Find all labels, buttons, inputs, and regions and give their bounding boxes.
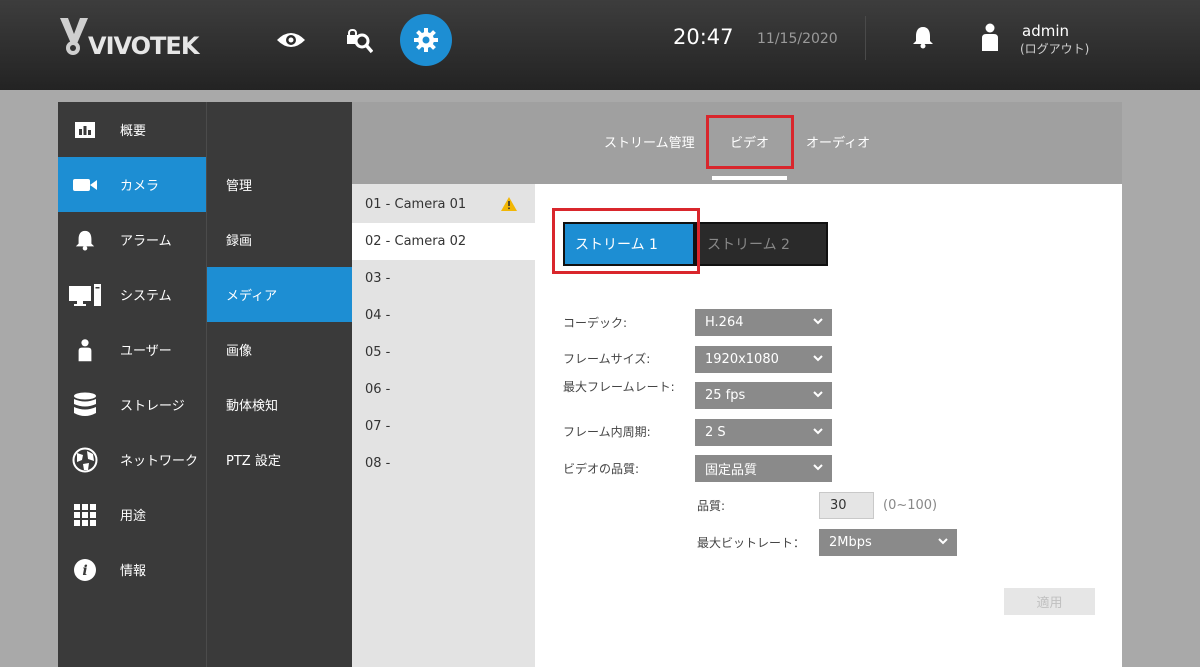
gop-label: フレーム内周期:: [563, 425, 651, 439]
frame-size-select[interactable]: 1920x1080: [695, 346, 832, 373]
camera-item[interactable]: 07 -: [352, 408, 535, 445]
search-playback-button[interactable]: [333, 14, 385, 66]
nav-item-camera[interactable]: カメラ: [58, 157, 206, 212]
nav-item-label: カメラ: [120, 179, 160, 194]
warning-icon: [501, 197, 517, 211]
subnav-item-image[interactable]: 画像: [207, 322, 352, 377]
header-divider: [865, 16, 866, 60]
codec-value: H.264: [705, 315, 744, 330]
frame-size-value: 1920x1080: [705, 352, 779, 367]
chevron-down-icon: [813, 355, 823, 362]
nav-item-network[interactable]: ネットワーク: [58, 432, 206, 487]
clock-time: 20:47: [673, 25, 734, 49]
chevron-down-icon: [813, 318, 823, 325]
settings-button[interactable]: [400, 14, 452, 66]
nav-item-label: ユーザー: [120, 344, 172, 359]
nav-item-overview[interactable]: 概要: [58, 102, 206, 157]
live-view-button[interactable]: [265, 14, 317, 66]
max-fps-label: 最大フレームレート:: [563, 380, 675, 394]
chevron-down-icon: [813, 391, 823, 398]
eye-icon: [277, 33, 305, 47]
chevron-down-icon: [938, 538, 948, 545]
gop-value: 2 S: [705, 425, 726, 440]
nav-item-label: 情報: [120, 564, 147, 579]
nav-item-storage[interactable]: ストレージ: [58, 377, 206, 432]
subnav-item-motion-detection[interactable]: 動体検知: [207, 377, 352, 432]
chevron-down-icon: [813, 464, 823, 471]
globe-icon: [58, 447, 112, 473]
nav-item-label: アラーム: [120, 234, 172, 249]
tab-audio[interactable]: オーディオ: [806, 132, 870, 151]
max-fps-select[interactable]: 25 fps: [695, 382, 832, 409]
nav-item-label: システム: [120, 289, 172, 304]
camera-item[interactable]: 01 - Camera 01: [352, 186, 535, 223]
logo-text: VIVOTEK: [88, 32, 199, 60]
info-icon: i: [58, 558, 112, 582]
grid-icon: [58, 503, 112, 526]
subnav-item-management[interactable]: 管理: [207, 157, 352, 212]
quality-mode-value: 固定品質: [705, 463, 758, 478]
max-bitrate-label: 最大ビットレート：: [697, 536, 806, 550]
bell-icon: [58, 229, 112, 251]
subnav-item-media[interactable]: メディア: [207, 267, 352, 322]
camera-item[interactable]: 04 -: [352, 297, 535, 334]
nav-item-system[interactable]: システム: [58, 267, 206, 322]
apply-button[interactable]: 適用: [1004, 588, 1095, 615]
main-nav: 概要 カメラ アラーム システム ユーザー ストレージ ネットワーク 用途 i …: [58, 102, 206, 667]
nav-item-applications[interactable]: 用途: [58, 487, 206, 542]
gear-icon: [414, 28, 438, 52]
camera-item[interactable]: 03 -: [352, 260, 535, 297]
search-icon: [347, 29, 373, 54]
gop-select[interactable]: 2 S: [695, 419, 832, 446]
quality-mode-select[interactable]: 固定品質: [695, 455, 832, 482]
active-tab-indicator: [712, 176, 787, 180]
top-header: VIVOTEK 20:47 11/15/2020 admin (ログアウト): [0, 0, 1200, 90]
nav-item-label: ネットワーク: [120, 454, 199, 469]
vivotek-logo: VIVOTEK: [58, 18, 208, 60]
camera-label: 01 - Camera 01: [365, 197, 467, 212]
nav-item-user[interactable]: ユーザー: [58, 322, 206, 377]
quality-label: 品質:: [697, 499, 726, 513]
camera-item[interactable]: 08 -: [352, 445, 535, 482]
max-bitrate-select[interactable]: 2Mbps: [819, 529, 957, 556]
quality-range-hint: (0~100): [883, 498, 938, 513]
svg-text:i: i: [82, 563, 87, 579]
nav-item-label: 用途: [120, 509, 147, 524]
codec-label: コーデック:: [563, 316, 628, 330]
nav-item-label: ストレージ: [120, 399, 185, 414]
camera-item[interactable]: 06 -: [352, 371, 535, 408]
quality-input[interactable]: 30: [819, 492, 874, 519]
nav-item-info[interactable]: i 情報: [58, 542, 206, 597]
chart-icon: [58, 121, 112, 139]
camera-icon: [58, 177, 112, 193]
highlight-box-stream-1: [552, 208, 700, 274]
chevron-down-icon: [813, 428, 823, 435]
notifications-button[interactable]: [911, 25, 935, 53]
logout-link[interactable]: (ログアウト): [1020, 40, 1089, 57]
subnav-item-recording[interactable]: 録画: [207, 212, 352, 267]
frame-size-label: フレームサイズ:: [563, 352, 651, 366]
stream-2-button[interactable]: ストリーム 2: [695, 222, 828, 266]
clock-date: 11/15/2020: [757, 31, 838, 47]
codec-select[interactable]: H.264: [695, 309, 832, 336]
camera-item[interactable]: 05 -: [352, 334, 535, 371]
computer-icon: [58, 283, 112, 306]
user-icon: [58, 338, 112, 362]
camera-list: 01 - Camera 01 02 - Camera 02 03 - 04 - …: [352, 184, 535, 667]
quality-mode-label: ビデオの品質:: [563, 462, 640, 476]
subnav-item-ptz-settings[interactable]: PTZ 設定: [207, 432, 352, 487]
highlight-box-video-tab: [706, 115, 794, 169]
camera-item[interactable]: 02 - Camera 02: [352, 223, 535, 260]
sub-nav: 管理 録画 メディア 画像 動体検知 PTZ 設定: [206, 102, 352, 667]
bell-icon: [913, 27, 933, 49]
nav-item-label: 概要: [120, 124, 147, 139]
max-fps-value: 25 fps: [705, 388, 746, 403]
nav-item-alarm[interactable]: アラーム: [58, 212, 206, 267]
user-icon: [980, 23, 1000, 55]
username: admin: [1022, 22, 1069, 40]
max-bitrate-value: 2Mbps: [829, 535, 872, 550]
database-icon: [58, 392, 112, 418]
tab-stream-management[interactable]: ストリーム管理: [604, 132, 695, 151]
